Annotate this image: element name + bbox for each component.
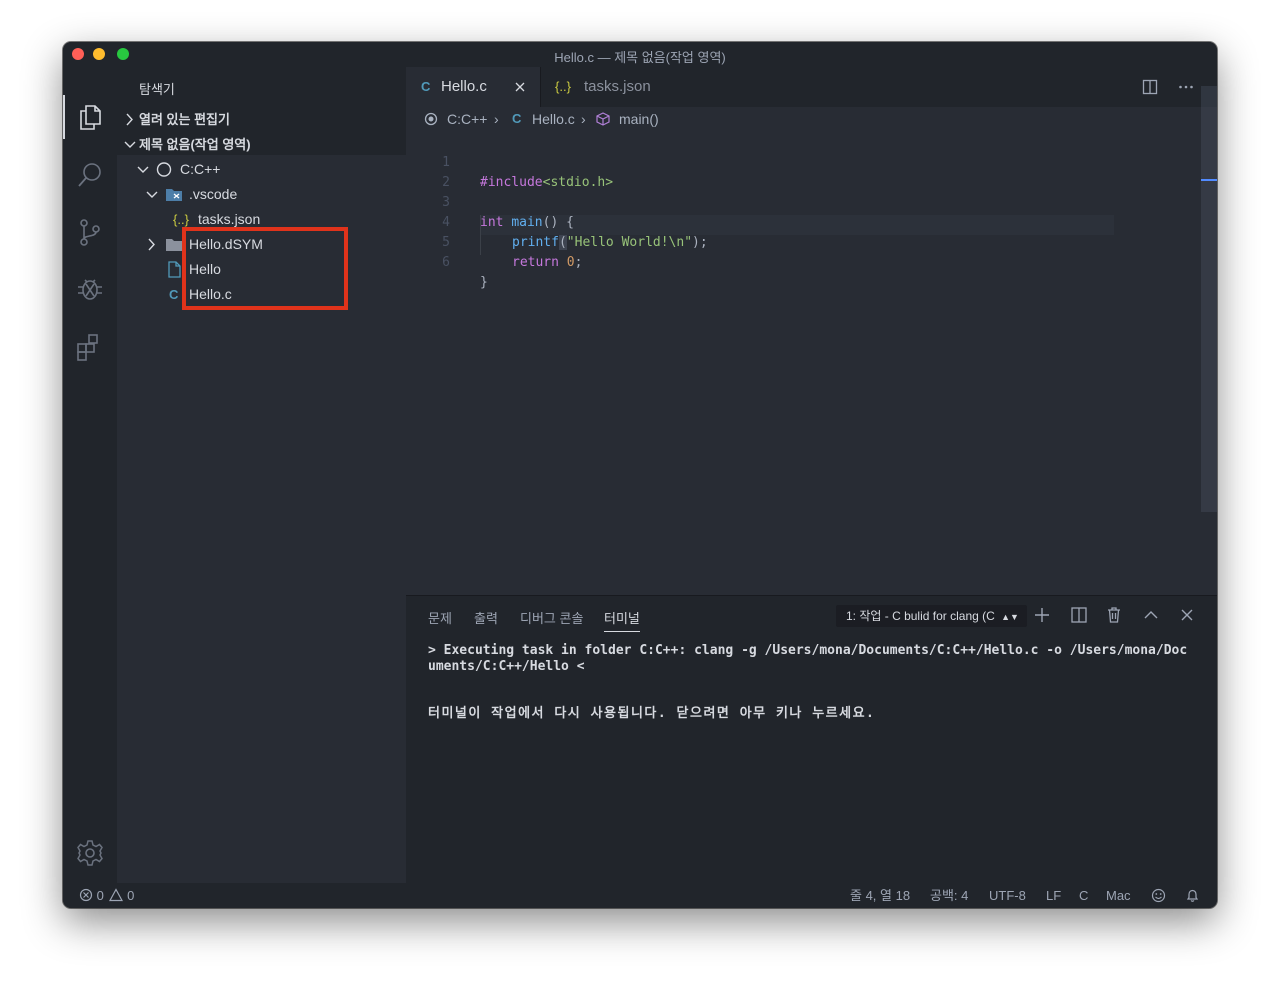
code-line: 6 } bbox=[406, 233, 1217, 290]
code-line: 2 bbox=[406, 153, 1217, 190]
end-of-line[interactable]: LF bbox=[1046, 883, 1061, 908]
editor-area: C Hello.c {..} tasks.json C:C++ › C Hell… bbox=[406, 67, 1217, 884]
active-indicator bbox=[63, 95, 65, 139]
highlight-annotation-box bbox=[182, 227, 348, 310]
warning-icon bbox=[109, 888, 124, 902]
status-bar: 0 0 줄 4, 열 18 공백: 4 UTF-8 LF C Mac bbox=[63, 883, 1217, 908]
code-line: 3 int main() { bbox=[406, 173, 1217, 230]
tree-label-root: C:C++ bbox=[180, 161, 221, 177]
language-mode[interactable]: C bbox=[1079, 883, 1088, 908]
trash-icon[interactable] bbox=[1105, 606, 1123, 624]
close-icon[interactable] bbox=[514, 81, 526, 93]
terminal-output-line: uments/C:C++/Hello < bbox=[428, 659, 585, 674]
token-punct: } bbox=[480, 275, 488, 290]
tree-label-vscode: .vscode bbox=[189, 186, 238, 202]
tab-debug-console[interactable]: 디버그 콘솔 bbox=[520, 608, 583, 627]
code-line: 5 return 0; bbox=[406, 213, 1217, 270]
problems-indicator[interactable]: 0 0 bbox=[79, 883, 134, 908]
line-number: 6 bbox=[442, 255, 450, 270]
root-folder-circle-icon bbox=[156, 162, 172, 177]
title-bar: Hello.c — 제목 없음(작업 영역) bbox=[63, 42, 1217, 67]
split-terminal-icon[interactable] bbox=[1070, 606, 1088, 624]
split-editor-icon[interactable] bbox=[1142, 79, 1158, 95]
plus-icon[interactable] bbox=[1033, 606, 1051, 624]
search-icon[interactable] bbox=[75, 160, 105, 190]
chevron-down-icon bbox=[146, 191, 158, 198]
token-number: 0 bbox=[566, 255, 575, 270]
breadcrumb: C:C++ › C Hello.c › main() bbox=[406, 107, 1217, 131]
minimap-scroll-thumb[interactable] bbox=[1201, 86, 1217, 512]
terminal-select-value: 1: 작업 - C bulid for clang (C bbox=[846, 609, 995, 623]
file-icon bbox=[168, 261, 181, 278]
folder-circle-icon bbox=[424, 112, 438, 126]
chevron-down-icon bbox=[124, 141, 136, 148]
bell-icon[interactable] bbox=[1185, 888, 1200, 903]
workspace-section[interactable]: 제목 없음(작업 영역) bbox=[117, 132, 406, 157]
chevron-down-icon bbox=[137, 166, 149, 173]
method-cube-icon bbox=[596, 112, 610, 126]
token-punct: ; bbox=[574, 255, 583, 270]
tab-terminal[interactable]: 터미널 bbox=[604, 608, 640, 632]
bottom-panel: 문제 출력 디버그 콘솔 터미널 1: 작업 - C bulid for cla… bbox=[406, 595, 1217, 884]
more-actions-icon[interactable] bbox=[1178, 79, 1194, 95]
encoding[interactable]: UTF-8 bbox=[989, 883, 1026, 908]
json-file-icon: {..} bbox=[555, 79, 571, 94]
scroll-position-marker bbox=[1201, 179, 1217, 181]
workspace-label: 제목 없음(작업 영역) bbox=[139, 137, 251, 152]
breadcrumb-file[interactable]: Hello.c bbox=[532, 107, 575, 131]
open-editors-label: 열려 있는 편집기 bbox=[139, 112, 230, 127]
explorer-sidebar: 탐색기 열려 있는 편집기 제목 없음(작업 영역) C:C++ .vscode… bbox=[117, 67, 406, 883]
tab-label: tasks.json bbox=[584, 78, 651, 95]
activity-bar bbox=[63, 67, 117, 883]
code-line: 4 printf("Hello World!\n"); bbox=[406, 193, 1217, 250]
tree-item-vscode-folder[interactable]: .vscode bbox=[117, 182, 406, 207]
tab-output[interactable]: 출력 bbox=[474, 608, 498, 627]
tab-tasks-json[interactable]: {..} tasks.json bbox=[540, 67, 675, 107]
platform[interactable]: Mac bbox=[1106, 883, 1131, 908]
window-title: Hello.c — 제목 없음(작업 영역) bbox=[554, 50, 726, 65]
breadcrumb-symbol[interactable]: main() bbox=[619, 107, 659, 131]
chevron-updown-icon: ▲▼ bbox=[1001, 612, 1019, 622]
code-line: 1 #include<stdio.h> bbox=[406, 133, 1217, 190]
warning-count: 0 bbox=[127, 888, 135, 903]
files-icon[interactable] bbox=[75, 102, 105, 132]
breadcrumb-folder[interactable]: C:C++ bbox=[447, 107, 487, 131]
explorer-header: 탐색기 bbox=[139, 82, 175, 97]
source-control-icon[interactable] bbox=[75, 217, 105, 247]
c-file-icon: C bbox=[421, 79, 431, 94]
terminal-output-line: 터미널이 작업에서 다시 사용됩니다. 닫으려면 아무 키나 누르세요. bbox=[428, 706, 876, 721]
indentation[interactable]: 공백: 4 bbox=[930, 883, 968, 908]
tab-label: Hello.c bbox=[441, 78, 487, 95]
terminal-output-line: > Executing task in folder C:C++: clang … bbox=[428, 643, 1188, 658]
smiley-icon[interactable] bbox=[1151, 888, 1166, 903]
terminal-select[interactable]: 1: 작업 - C bulid for clang (C ▲▼ bbox=[836, 605, 1027, 627]
close-icon[interactable] bbox=[1178, 606, 1196, 624]
breadcrumb-separator: › bbox=[581, 111, 586, 127]
editor-tabs: C Hello.c {..} tasks.json bbox=[406, 67, 1217, 107]
gear-icon[interactable] bbox=[75, 838, 105, 868]
tab-problems[interactable]: 문제 bbox=[428, 608, 452, 627]
breadcrumb-separator: › bbox=[494, 111, 499, 127]
c-file-icon: C bbox=[169, 287, 179, 302]
vscode-window: Hello.c — 제목 없음(작업 영역) 탐색기 열려 있는 편집기 제목 … bbox=[63, 42, 1217, 908]
folder-icon bbox=[166, 239, 182, 251]
token-keyword: return bbox=[512, 255, 559, 270]
error-icon bbox=[79, 888, 93, 902]
extensions-icon[interactable] bbox=[75, 332, 105, 362]
chevron-up-icon[interactable] bbox=[1142, 606, 1160, 624]
debug-icon[interactable] bbox=[75, 274, 105, 304]
error-count: 0 bbox=[96, 888, 104, 903]
chevron-right-icon bbox=[148, 238, 155, 251]
chevron-right-icon bbox=[126, 113, 133, 126]
c-file-icon: C bbox=[512, 111, 522, 126]
open-editors-section[interactable]: 열려 있는 편집기 bbox=[117, 107, 406, 132]
tree-item-root-folder[interactable]: C:C++ bbox=[117, 157, 406, 182]
cursor-position[interactable]: 줄 4, 열 18 bbox=[850, 883, 910, 908]
tab-hello-c[interactable]: C Hello.c bbox=[406, 67, 540, 107]
vscode-folder-icon bbox=[166, 189, 182, 201]
